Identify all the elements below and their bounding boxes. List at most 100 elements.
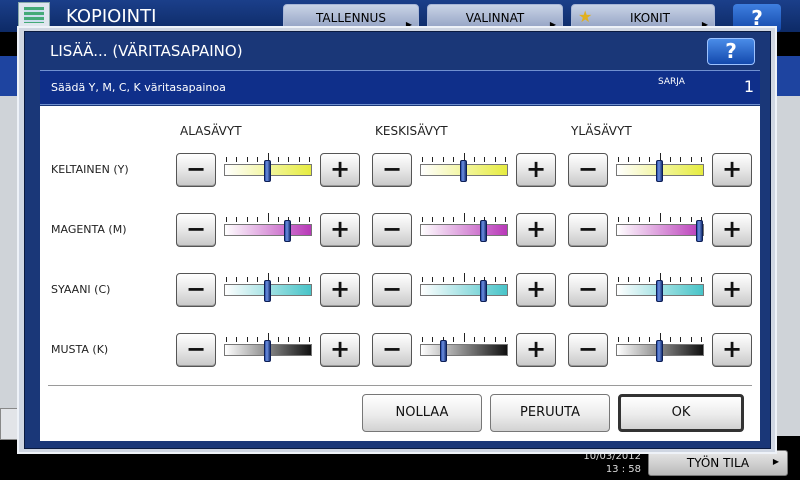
slider-thumb[interactable] <box>480 220 487 242</box>
slider-tick <box>505 157 506 162</box>
black-midtones-increase-button[interactable]: + <box>516 333 556 367</box>
magenta-shadows-slider[interactable] <box>224 213 312 247</box>
minus-icon: − <box>381 275 403 303</box>
slider-thumb[interactable] <box>656 280 663 302</box>
slider-thumb[interactable] <box>656 340 663 362</box>
yellow-highlights-decrease-button[interactable]: − <box>568 153 608 187</box>
instruction-text: Säädä Y, M, C, K väritasapainoa <box>51 81 226 94</box>
plus-icon: + <box>329 275 351 303</box>
ok-button[interactable]: OK <box>618 394 744 432</box>
slider-tick <box>639 217 640 222</box>
slider-tick <box>247 277 248 282</box>
slider-tick <box>484 337 485 342</box>
row-label-magenta: MAGENTA (M) <box>51 223 127 236</box>
cyan-highlights-increase-button[interactable]: + <box>712 273 752 307</box>
slider-tick <box>495 217 496 222</box>
dialog-help-button[interactable]: ? <box>707 38 755 65</box>
slider-tick <box>257 277 258 282</box>
plus-icon: + <box>721 215 743 243</box>
slider-tick <box>670 157 671 162</box>
minus-icon: − <box>381 215 403 243</box>
slider-tick <box>422 217 423 222</box>
slider-tick <box>680 337 681 342</box>
slider-tick <box>474 157 475 162</box>
cyan-shadows-increase-button[interactable]: + <box>320 273 360 307</box>
job-status-label: TYÖN TILA <box>686 456 750 470</box>
yellow-midtones-increase-button[interactable]: + <box>516 153 556 187</box>
slider-thumb[interactable] <box>264 280 271 302</box>
slider-tick <box>432 157 433 162</box>
yellow-highlights-slider[interactable] <box>616 153 704 187</box>
magenta-highlights-decrease-button[interactable]: − <box>568 213 608 247</box>
reset-button[interactable]: NOLLAA <box>362 394 482 432</box>
slider-tick <box>453 217 454 222</box>
plus-icon: + <box>329 155 351 183</box>
slider-track <box>224 224 312 236</box>
magenta-shadows-increase-button[interactable]: + <box>320 213 360 247</box>
yellow-shadows-slider[interactable] <box>224 153 312 187</box>
slider-tick <box>495 337 496 342</box>
slider-tick <box>505 337 506 342</box>
cancel-button[interactable]: PERUUTA <box>490 394 610 432</box>
slider-tick <box>453 337 454 342</box>
black-midtones-slider[interactable] <box>420 333 508 367</box>
slider-thumb[interactable] <box>460 160 467 182</box>
yellow-highlights-increase-button[interactable]: + <box>712 153 752 187</box>
slider-thumb[interactable] <box>264 160 271 182</box>
slider-tick <box>691 157 692 162</box>
slider-tick <box>649 277 650 282</box>
black-shadows-decrease-button[interactable]: − <box>176 333 216 367</box>
cyan-shadows-decrease-button[interactable]: − <box>176 273 216 307</box>
copy-count: 1 <box>743 77 754 96</box>
slider-thumb[interactable] <box>656 160 663 182</box>
slider-tick <box>701 157 702 162</box>
black-highlights-increase-button[interactable]: + <box>712 333 752 367</box>
slider-thumb[interactable] <box>440 340 447 362</box>
magenta-midtones-slider[interactable] <box>420 213 508 247</box>
black-midtones-decrease-button[interactable]: − <box>372 333 412 367</box>
slider-tick <box>257 337 258 342</box>
yellow-midtones-slider[interactable] <box>420 153 508 187</box>
cyan-highlights-slider[interactable] <box>616 273 704 307</box>
slider-thumb[interactable] <box>696 220 703 242</box>
black-shadows-slider[interactable] <box>224 333 312 367</box>
slider-tick <box>701 277 702 282</box>
black-shadows-increase-button[interactable]: + <box>320 333 360 367</box>
slider-tick <box>422 337 423 342</box>
black-highlights-slider[interactable] <box>616 333 704 367</box>
yellow-shadows-increase-button[interactable]: + <box>320 153 360 187</box>
slider-thumb[interactable] <box>480 280 487 302</box>
magenta-midtones-increase-button[interactable]: + <box>516 213 556 247</box>
slider-tick <box>495 157 496 162</box>
magenta-midtones-decrease-button[interactable]: − <box>372 213 412 247</box>
slider-tick <box>257 157 258 162</box>
row-label-cyan: SYAANI (C) <box>51 283 111 296</box>
cyan-midtones-slider[interactable] <box>420 273 508 307</box>
slider-tick <box>247 217 248 222</box>
slider-tick <box>639 337 640 342</box>
slider-tick <box>628 337 629 342</box>
magenta-shadows-decrease-button[interactable]: − <box>176 213 216 247</box>
slider-tick <box>670 217 671 222</box>
slider-track <box>420 344 508 356</box>
slider-tick <box>628 277 629 282</box>
yellow-shadows-decrease-button[interactable]: − <box>176 153 216 187</box>
slider-thumb[interactable] <box>284 220 291 242</box>
magenta-highlights-slider[interactable] <box>616 213 704 247</box>
slider-track <box>420 284 508 296</box>
cyan-midtones-decrease-button[interactable]: − <box>372 273 412 307</box>
cyan-midtones-increase-button[interactable]: + <box>516 273 556 307</box>
slider-tick <box>236 277 237 282</box>
black-highlights-decrease-button[interactable]: − <box>568 333 608 367</box>
plus-icon: + <box>525 215 547 243</box>
cyan-shadows-slider[interactable] <box>224 273 312 307</box>
slider-tick <box>649 217 650 222</box>
divider <box>48 385 752 386</box>
slider-track <box>616 224 704 236</box>
magenta-highlights-increase-button[interactable]: + <box>712 213 752 247</box>
time-text: 13 : 58 <box>605 464 641 475</box>
cyan-highlights-decrease-button[interactable]: − <box>568 273 608 307</box>
yellow-midtones-decrease-button[interactable]: − <box>372 153 412 187</box>
minus-icon: − <box>381 335 403 363</box>
slider-thumb[interactable] <box>264 340 271 362</box>
